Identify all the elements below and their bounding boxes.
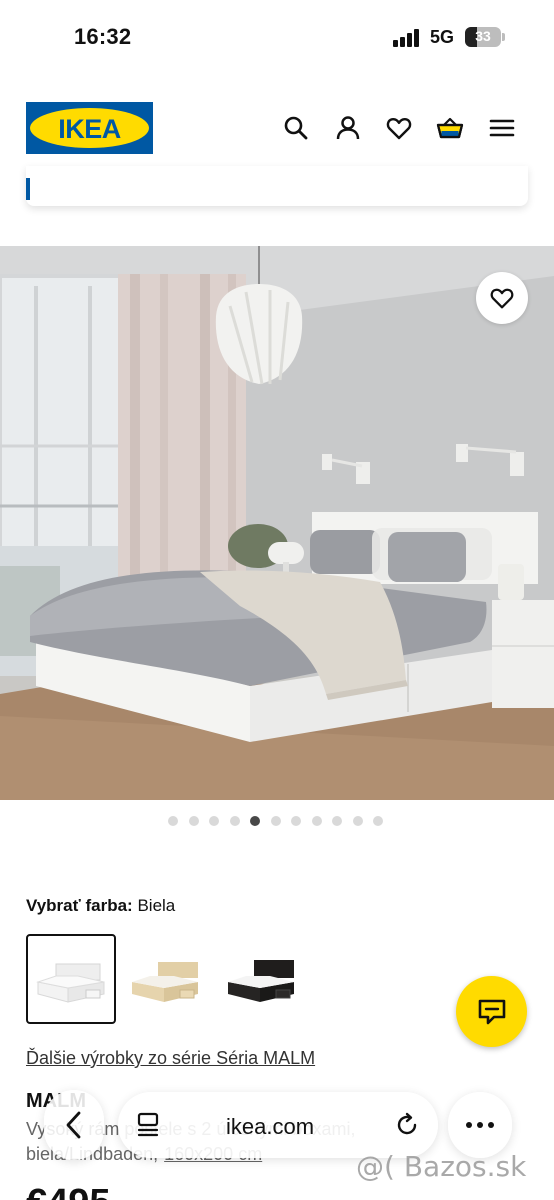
gallery-dot[interactable] <box>332 816 342 826</box>
gallery-pagination <box>168 815 388 827</box>
back-icon <box>66 1111 81 1139</box>
battery-level: 33 <box>475 28 491 44</box>
product-image[interactable] <box>0 246 554 800</box>
basket-icon[interactable] <box>436 114 464 142</box>
back-button[interactable] <box>44 1090 104 1160</box>
logo-text: IKEA <box>58 114 121 144</box>
status-bar: 16:32 5G 33 <box>0 0 554 76</box>
gallery-dot[interactable] <box>311 816 322 826</box>
network-label: 5G <box>430 27 455 47</box>
color-selector-label: Vybrať farba: Biela <box>26 896 175 916</box>
color-option-white[interactable] <box>26 934 116 1024</box>
reload-icon[interactable] <box>394 1112 420 1138</box>
gallery-dot[interactable] <box>270 816 281 826</box>
black-bed-thumbnail <box>228 960 294 1002</box>
gallery-dot[interactable] <box>188 816 199 826</box>
heart-icon[interactable] <box>385 114 413 142</box>
series-link[interactable]: Ďalšie výrobky zo série Séria MALM <box>26 1048 315 1069</box>
more-icon <box>466 1122 494 1128</box>
gallery-dot[interactable] <box>352 816 363 826</box>
ikea-logo[interactable]: IKEA <box>26 102 153 154</box>
battery-icon: 33 <box>465 27 505 47</box>
status-time: 16:32 <box>74 24 132 49</box>
gallery-dot[interactable] <box>229 816 240 826</box>
color-option-white-stained-oak[interactable] <box>120 934 210 1024</box>
menu-icon[interactable] <box>488 114 516 142</box>
color-value: Biela <box>137 896 176 915</box>
user-icon[interactable] <box>334 114 362 142</box>
add-to-favorites-button[interactable] <box>476 272 528 324</box>
chat-icon <box>478 999 506 1025</box>
chat-button[interactable] <box>456 976 527 1047</box>
address-bar[interactable]: ikea.com <box>118 1092 438 1158</box>
url-text: ikea.com <box>226 1114 315 1139</box>
info-card-bottom <box>26 166 528 206</box>
tabs-icon[interactable] <box>136 1112 160 1138</box>
white-bed-thumbnail <box>36 963 105 1003</box>
gallery-dot[interactable] <box>373 816 383 826</box>
bedroom-photo <box>0 246 554 800</box>
search-icon[interactable] <box>282 114 310 142</box>
product-price: €495 <box>26 1182 111 1200</box>
site-header: IKEA <box>0 92 554 164</box>
heart-icon <box>490 288 514 309</box>
watermark: @( Bazos.sk <box>356 1150 527 1183</box>
more-button[interactable] <box>448 1092 512 1158</box>
gallery-dot[interactable] <box>291 816 301 826</box>
color-label: Vybrať farba: <box>26 896 133 915</box>
product-page: 16:32 5G 33 IKEA Vybrať farba: Biela Ďal… <box>0 0 554 1200</box>
gallery-dot-active[interactable] <box>250 816 260 826</box>
gallery-dot[interactable] <box>168 816 178 826</box>
oak-bed-thumbnail <box>132 962 198 1002</box>
signal-icon <box>393 29 421 47</box>
color-option-black-brown[interactable] <box>214 934 304 1024</box>
gallery-dot[interactable] <box>209 816 219 826</box>
